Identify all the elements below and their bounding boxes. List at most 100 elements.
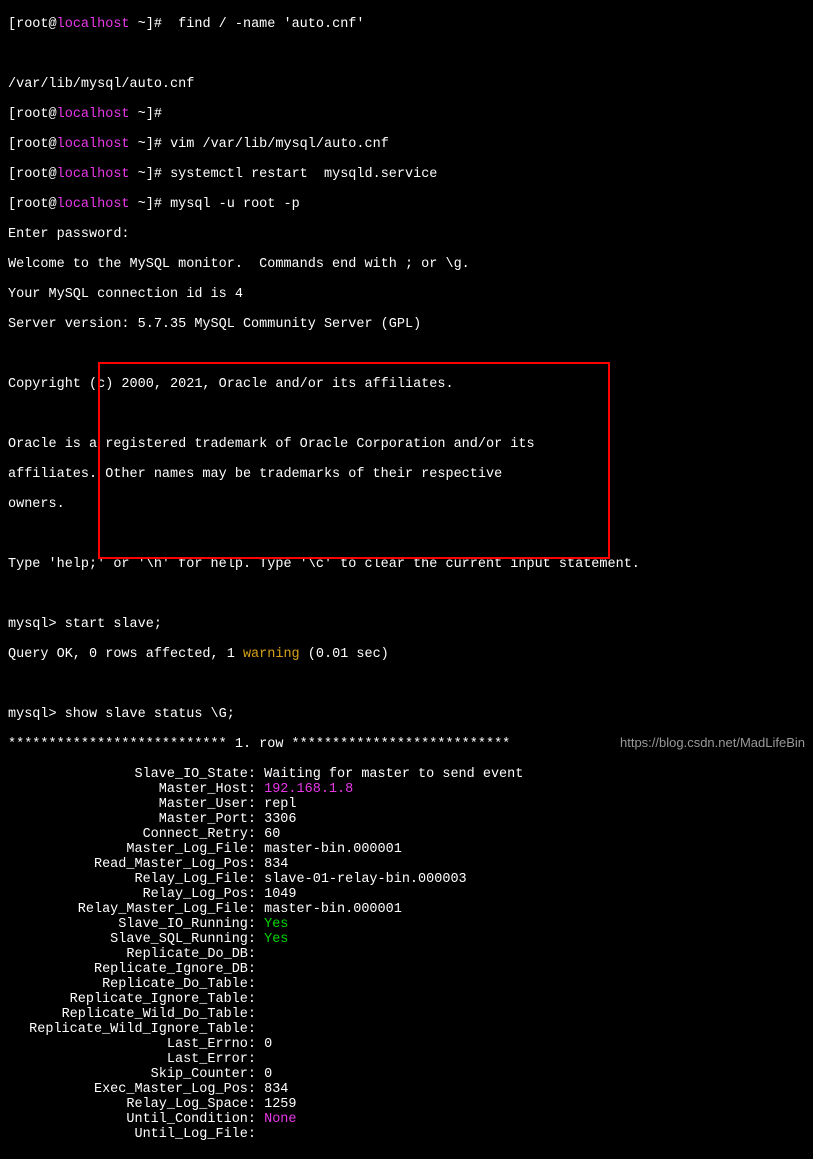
status-row: Master_User: repl	[8, 797, 805, 812]
status-row: Master_Log_File: master-bin.000001	[8, 842, 805, 857]
status-row: Replicate_Wild_Ignore_Table:	[8, 1022, 805, 1037]
status-row: Replicate_Do_Table:	[8, 977, 805, 992]
status-label: Last_Error:	[8, 1052, 256, 1067]
status-label: Until_Log_File:	[8, 1127, 256, 1142]
status-label: Replicate_Wild_Do_Table:	[8, 1007, 256, 1022]
blank	[8, 587, 805, 602]
trademark-1: Oracle is a registered trademark of Orac…	[8, 437, 805, 452]
mysql-show-status: mysql> show slave status \G;	[8, 707, 805, 722]
status-row: Relay_Master_Log_File: master-bin.000001	[8, 902, 805, 917]
blank	[8, 407, 805, 422]
slave-status-fields: Slave_IO_State: Waiting for master to se…	[8, 767, 805, 1142]
status-label: Read_Master_Log_Pos:	[8, 857, 256, 872]
status-row: Connect_Retry: 60	[8, 827, 805, 842]
status-label: Replicate_Do_Table:	[8, 977, 256, 992]
status-label: Relay_Master_Log_File:	[8, 902, 256, 917]
blank	[8, 47, 805, 62]
status-value: 3306	[264, 812, 296, 827]
status-row: Master_Port: 3306	[8, 812, 805, 827]
blank	[8, 677, 805, 692]
warning-text: warning	[243, 647, 300, 662]
status-value: 834	[264, 857, 288, 872]
watermark-url: https://blog.csdn.net/MadLifeBin	[620, 735, 805, 750]
status-label: Relay_Log_File:	[8, 872, 256, 887]
status-label: Replicate_Wild_Ignore_Table:	[8, 1022, 256, 1037]
status-value: Waiting for master to send event	[264, 767, 523, 782]
mysql-start-slave: mysql> start slave;	[8, 617, 805, 632]
cmd-mysql: mysql -u root -p	[170, 197, 300, 212]
status-row: Until_Log_File:	[8, 1127, 805, 1142]
prompt-line-2: [root@localhost ~]#	[8, 107, 805, 122]
status-value: slave-01-relay-bin.000003	[264, 872, 467, 887]
prompt-line-1: [root@localhost ~]# find / -name 'auto.c…	[8, 17, 805, 32]
status-row: Relay_Log_Pos: 1049	[8, 887, 805, 902]
status-label: Master_Host:	[8, 782, 256, 797]
status-label: Exec_Master_Log_Pos:	[8, 1082, 256, 1097]
copyright: Copyright (c) 2000, 2021, Oracle and/or …	[8, 377, 805, 392]
status-value: 0	[264, 1037, 272, 1052]
help-hint: Type 'help;' or '\h' for help. Type '\c'…	[8, 557, 805, 572]
status-row: Replicate_Ignore_DB:	[8, 962, 805, 977]
status-value: 834	[264, 1082, 288, 1097]
status-row: Replicate_Ignore_Table:	[8, 992, 805, 1007]
status-value: 1259	[264, 1097, 296, 1112]
trademark-2: affiliates. Other names may be trademark…	[8, 467, 805, 482]
status-label: Relay_Log_Pos:	[8, 887, 256, 902]
welcome-1: Welcome to the MySQL monitor. Commands e…	[8, 257, 805, 272]
status-label: Replicate_Ignore_Table:	[8, 992, 256, 1007]
welcome-3: Server version: 5.7.35 MySQL Community S…	[8, 317, 805, 332]
status-value: 1049	[264, 887, 296, 902]
status-row: Slave_SQL_Running: Yes	[8, 932, 805, 947]
status-row: Last_Error:	[8, 1052, 805, 1067]
status-row: Relay_Log_File: slave-01-relay-bin.00000…	[8, 872, 805, 887]
prompt-host: localhost	[57, 17, 130, 32]
status-value: 60	[264, 827, 280, 842]
status-label: Relay_Log_Space:	[8, 1097, 256, 1112]
status-label: Slave_IO_State:	[8, 767, 256, 782]
cmd-vim: vim /var/lib/mysql/auto.cnf	[170, 137, 389, 152]
cmd-systemctl: systemctl restart mysqld.service	[170, 167, 437, 182]
status-label: Slave_SQL_Running:	[8, 932, 256, 947]
prompt-open: [	[8, 17, 16, 32]
status-value: None	[264, 1112, 296, 1127]
status-label: Slave_IO_Running:	[8, 917, 256, 932]
status-label: Master_Log_File:	[8, 842, 256, 857]
status-value: Yes	[264, 917, 288, 932]
status-row: Last_Errno: 0	[8, 1037, 805, 1052]
status-label: Connect_Retry:	[8, 827, 256, 842]
status-row: Replicate_Do_DB:	[8, 947, 805, 962]
output-path: /var/lib/mysql/auto.cnf	[8, 77, 805, 92]
welcome-2: Your MySQL connection id is 4	[8, 287, 805, 302]
status-label: Master_Port:	[8, 812, 256, 827]
status-label: Skip_Counter:	[8, 1067, 256, 1082]
status-row: Slave_IO_State: Waiting for master to se…	[8, 767, 805, 782]
prompt-user: root	[16, 17, 48, 32]
status-row: Replicate_Wild_Do_Table:	[8, 1007, 805, 1022]
enter-password: Enter password:	[8, 227, 805, 242]
status-label: Replicate_Ignore_DB:	[8, 962, 256, 977]
status-label: Replicate_Do_DB:	[8, 947, 256, 962]
status-value: Yes	[264, 932, 288, 947]
query-ok: Query OK, 0 rows affected, 1 warning (0.…	[8, 647, 805, 662]
status-label: Last_Errno:	[8, 1037, 256, 1052]
cmd-find: find / -name 'auto.cnf'	[170, 17, 364, 32]
status-label: Master_User:	[8, 797, 256, 812]
status-row: Until_Condition: None	[8, 1112, 805, 1127]
status-label: Until_Condition:	[8, 1112, 256, 1127]
status-row: Master_Host: 192.168.1.8	[8, 782, 805, 797]
prompt-line-3: [root@localhost ~]# vim /var/lib/mysql/a…	[8, 137, 805, 152]
prompt-line-5: [root@localhost ~]# mysql -u root -p	[8, 197, 805, 212]
status-row: Relay_Log_Space: 1259	[8, 1097, 805, 1112]
status-value: master-bin.000001	[264, 842, 402, 857]
status-row: Exec_Master_Log_Pos: 834	[8, 1082, 805, 1097]
status-value: 0	[264, 1067, 272, 1082]
terminal-output[interactable]: [root@localhost ~]# find / -name 'auto.c…	[0, 0, 813, 1159]
status-row: Skip_Counter: 0	[8, 1067, 805, 1082]
blank	[8, 347, 805, 362]
status-value: master-bin.000001	[264, 902, 402, 917]
status-value: repl	[264, 797, 296, 812]
blank	[8, 527, 805, 542]
prompt-line-4: [root@localhost ~]# systemctl restart my…	[8, 167, 805, 182]
trademark-3: owners.	[8, 497, 805, 512]
status-row: Slave_IO_Running: Yes	[8, 917, 805, 932]
